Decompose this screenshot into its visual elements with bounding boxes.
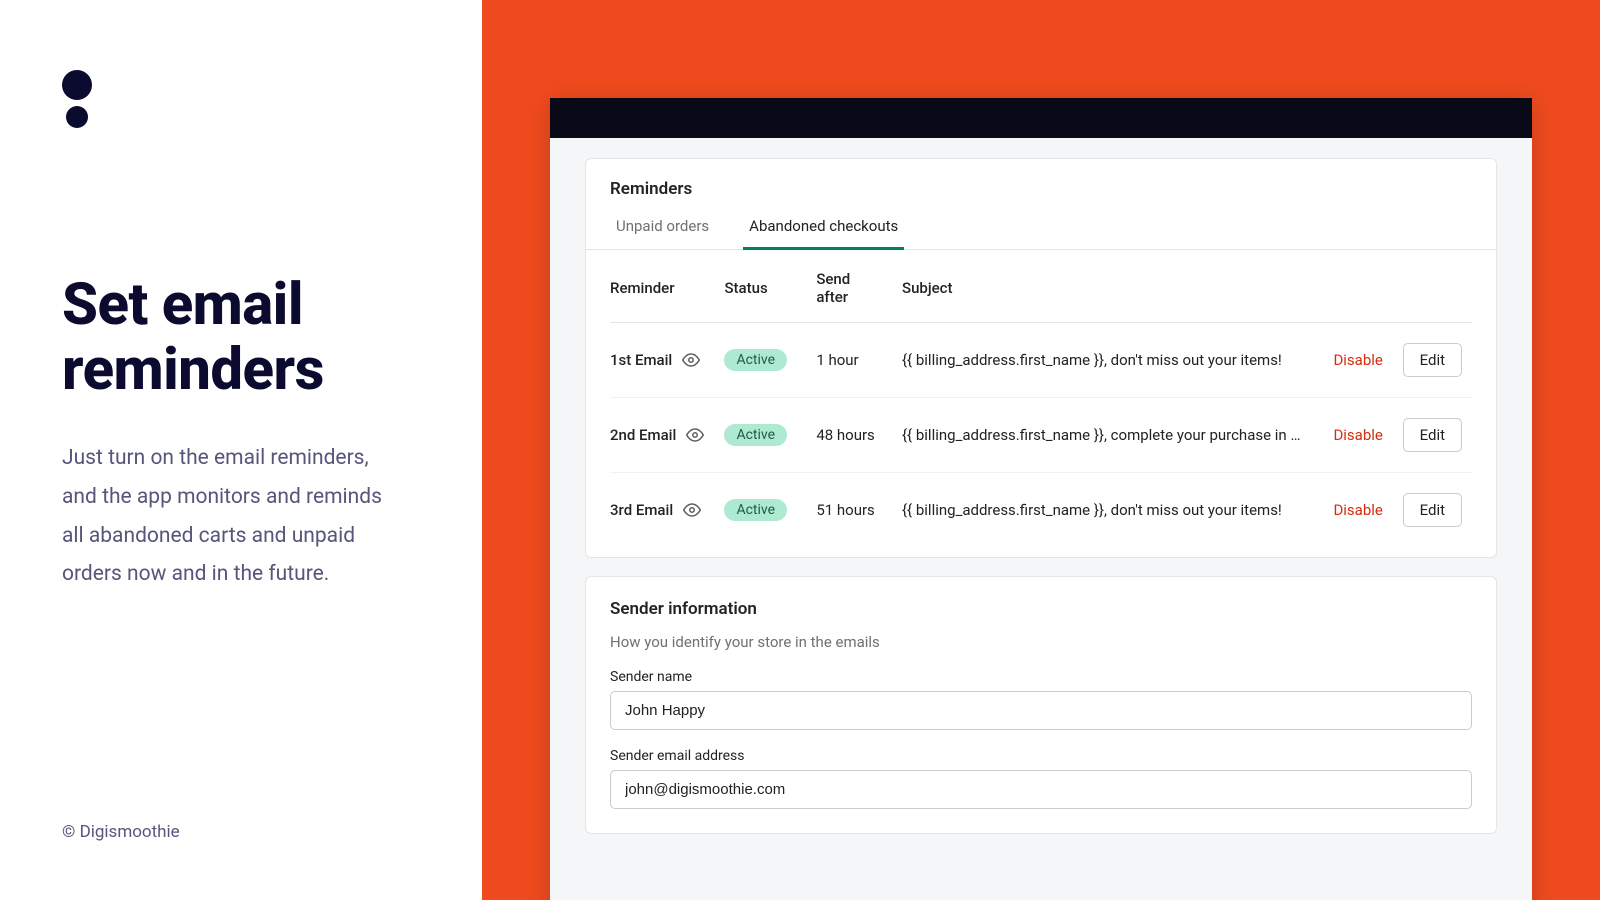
- subject-value: {{ billing_address.first_name }}, don't …: [892, 323, 1312, 398]
- tab-abandoned-checkouts[interactable]: Abandoned checkouts: [743, 217, 904, 250]
- disable-link[interactable]: Disable: [1333, 426, 1382, 444]
- copyright-text: © Digismoothie: [62, 822, 180, 842]
- col-subject: Subject: [892, 250, 1312, 323]
- status-badge: Active: [724, 349, 787, 371]
- preview-icon[interactable]: [686, 426, 704, 444]
- promo-headline: Set email reminders: [62, 273, 422, 403]
- app-body: Reminders Unpaid orders Abandoned checko…: [550, 138, 1532, 900]
- reminders-table: Reminder Status Send after Subject: [610, 250, 1472, 547]
- reminders-tabs: Unpaid orders Abandoned checkouts: [586, 217, 1496, 250]
- brand-logo: [62, 70, 422, 128]
- screenshot-panel: Reminders Unpaid orders Abandoned checko…: [482, 0, 1600, 900]
- sender-info-card: Sender information How you identify your…: [585, 576, 1497, 834]
- logo-dot-small: [66, 106, 88, 128]
- status-badge: Active: [724, 424, 787, 446]
- disable-link[interactable]: Disable: [1333, 501, 1382, 519]
- col-actions: [1312, 250, 1472, 323]
- subject-value: {{ billing_address.first_name }}, comple…: [892, 398, 1312, 473]
- edit-button[interactable]: Edit: [1403, 418, 1462, 452]
- table-row: 1st Email Active 1 hour {{ billing_: [610, 323, 1472, 398]
- status-badge: Active: [724, 499, 787, 521]
- col-reminder: Reminder: [610, 250, 714, 323]
- reminder-name: 1st Email: [610, 351, 672, 369]
- send-after-value: 51 hours: [806, 473, 892, 548]
- reminders-title: Reminders: [610, 179, 1472, 199]
- sender-description: How you identify your store in the email…: [610, 633, 1472, 651]
- reminders-card: Reminders Unpaid orders Abandoned checko…: [585, 158, 1497, 558]
- window-titlebar: [550, 98, 1532, 138]
- subject-value: {{ billing_address.first_name }}, don't …: [892, 473, 1312, 548]
- col-send-after: Send after: [806, 250, 892, 323]
- edit-button[interactable]: Edit: [1403, 343, 1462, 377]
- sender-email-input[interactable]: [610, 770, 1472, 809]
- promo-panel: Set email reminders Just turn on the ema…: [0, 0, 482, 900]
- send-after-value: 1 hour: [806, 323, 892, 398]
- send-after-value: 48 hours: [806, 398, 892, 473]
- preview-icon[interactable]: [683, 501, 701, 519]
- preview-icon[interactable]: [682, 351, 700, 369]
- col-status: Status: [714, 250, 806, 323]
- edit-button[interactable]: Edit: [1403, 493, 1462, 527]
- disable-link[interactable]: Disable: [1333, 351, 1382, 369]
- sender-title: Sender information: [610, 599, 1472, 619]
- reminder-name: 3rd Email: [610, 501, 673, 519]
- logo-dot-large: [62, 70, 92, 100]
- table-row: 3rd Email Active 51 hours {{ billin: [610, 473, 1472, 548]
- promo-body: Just turn on the email reminders, and th…: [62, 439, 402, 594]
- tab-unpaid-orders[interactable]: Unpaid orders: [610, 217, 715, 249]
- table-row: 2nd Email Active 48 hours {{ billin: [610, 398, 1472, 473]
- sender-name-input[interactable]: [610, 691, 1472, 730]
- app-screenshot: Reminders Unpaid orders Abandoned checko…: [550, 98, 1532, 900]
- reminder-name: 2nd Email: [610, 426, 676, 444]
- sender-email-label: Sender email address: [610, 748, 1472, 764]
- sender-name-label: Sender name: [610, 669, 1472, 685]
